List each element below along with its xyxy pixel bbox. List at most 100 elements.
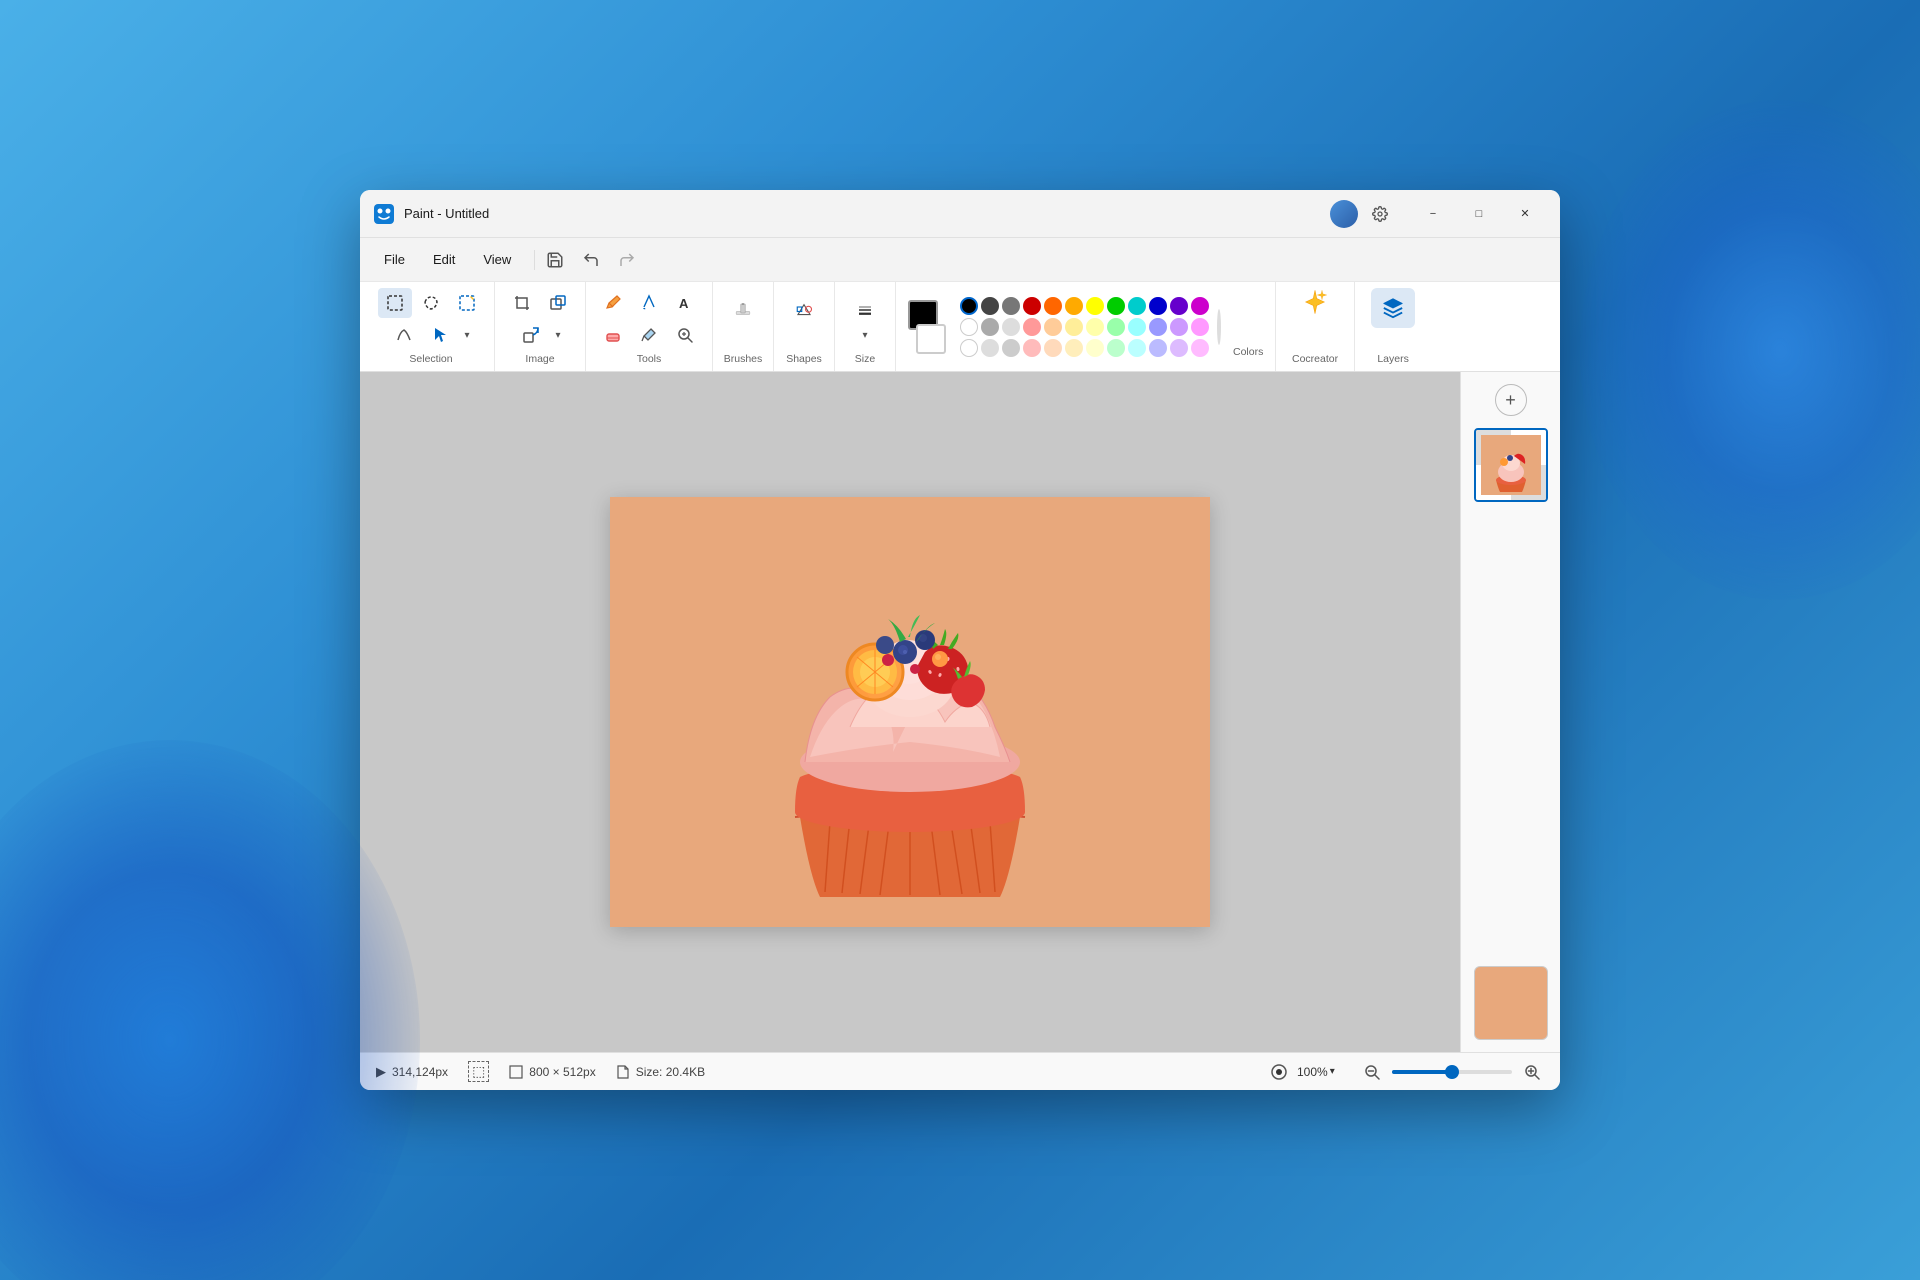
swatch-blue[interactable]: [1149, 297, 1167, 315]
swatch-yellow[interactable]: [1086, 297, 1104, 315]
swatch-white[interactable]: [960, 318, 978, 336]
palette-row-3: [960, 339, 1209, 357]
selection-more-button[interactable]: ▾: [459, 320, 475, 350]
eraser-button[interactable]: [596, 320, 630, 350]
image-group: ▾ Image: [495, 282, 586, 371]
zoom-slider-fill: [1392, 1070, 1452, 1074]
cursor-icon: ▶: [376, 1064, 386, 1080]
pencil-button[interactable]: [596, 288, 630, 318]
background-color-box[interactable]: [916, 324, 946, 354]
user-avatar: [1330, 200, 1358, 228]
sketch-select-button[interactable]: [387, 320, 421, 350]
swatch-r3[interactable]: [1023, 339, 1041, 357]
swatch-lavender[interactable]: [1170, 318, 1188, 336]
swatch-cream[interactable]: [1086, 318, 1104, 336]
rotate-button[interactable]: [514, 320, 548, 350]
swatch-b3[interactable]: [1149, 339, 1167, 357]
menu-file[interactable]: File: [372, 248, 417, 271]
undo-button[interactable]: [575, 244, 607, 276]
palette-row-2: [960, 318, 1209, 336]
canvas[interactable]: [610, 497, 1210, 927]
close-button[interactable]: ✕: [1502, 198, 1548, 230]
statusbar: ▶ 314,124px ⬚ 800 × 512px Size: 20.4KB: [360, 1052, 1560, 1090]
zoom-percent-display[interactable]: 100% ▾: [1297, 1065, 1352, 1079]
swatch-magenta[interactable]: [1191, 297, 1209, 315]
canvas-background-color[interactable]: [1474, 966, 1548, 1040]
free-select-button[interactable]: [414, 288, 448, 318]
zoom-button[interactable]: [668, 320, 702, 350]
swatch-lg3[interactable]: [1002, 339, 1020, 357]
rectangle-select-button[interactable]: [378, 288, 412, 318]
swatch-lightcyan[interactable]: [1128, 318, 1146, 336]
swatch-lightred[interactable]: [1023, 318, 1041, 336]
canvas-area[interactable]: [360, 372, 1460, 1052]
swatch-g3[interactable]: [1107, 339, 1125, 357]
size-button[interactable]: [845, 288, 885, 332]
menu-edit[interactable]: Edit: [421, 248, 467, 271]
swatch-silver[interactable]: [1002, 318, 1020, 336]
save-button[interactable]: [539, 244, 571, 276]
swatch-m3[interactable]: [1191, 339, 1209, 357]
eyedropper-button[interactable]: [632, 320, 666, 350]
dimensions-icon: [509, 1065, 523, 1079]
redo-button[interactable]: [611, 244, 643, 276]
cocreator-group: Cocreator: [1276, 282, 1355, 371]
swatch-t3[interactable]: [1128, 339, 1146, 357]
selection-icon: ⬚: [468, 1061, 489, 1082]
swatch-green[interactable]: [1107, 297, 1125, 315]
zoom-slider-thumb: [1445, 1065, 1459, 1079]
swatch-lightgray[interactable]: [981, 318, 999, 336]
zoom-out-button[interactable]: [1360, 1060, 1384, 1084]
image-label: Image: [525, 353, 554, 365]
swatch-violet[interactable]: [1170, 297, 1188, 315]
main-content: +: [360, 372, 1560, 1052]
swatch-amber[interactable]: [1065, 297, 1083, 315]
swatch-v3[interactable]: [1170, 339, 1188, 357]
layers-toolbar-button[interactable]: [1371, 288, 1415, 328]
swatch-teal[interactable]: [1128, 297, 1146, 315]
swatch-gray[interactable]: [1002, 297, 1020, 315]
selection-dropdown-button[interactable]: [423, 320, 457, 350]
swatch-black[interactable]: [960, 297, 978, 315]
swatch-lightgreen[interactable]: [1107, 318, 1125, 336]
layers-label: Layers: [1377, 353, 1409, 365]
settings-button[interactable]: [1366, 200, 1394, 228]
cupcake-illustration: [610, 497, 1210, 927]
swatch-darkred[interactable]: [1023, 297, 1041, 315]
brushes-button[interactable]: [723, 288, 763, 332]
minimize-button[interactable]: −: [1410, 198, 1456, 230]
color-wheel-button[interactable]: [1217, 309, 1221, 345]
swatch-periwinkle[interactable]: [1149, 318, 1167, 336]
brushes-label: Brushes: [724, 353, 763, 365]
cocreator-button[interactable]: [1301, 288, 1329, 322]
layer-thumbnail-1[interactable]: [1474, 428, 1548, 502]
swatch-lightyellow[interactable]: [1065, 318, 1083, 336]
image-select-button[interactable]: [450, 288, 484, 318]
menu-view[interactable]: View: [471, 248, 523, 271]
add-layer-button[interactable]: +: [1495, 384, 1527, 416]
window-controls: − □ ✕: [1410, 198, 1548, 230]
swatch-y3[interactable]: [1065, 339, 1083, 357]
swatch-darkgray[interactable]: [981, 297, 999, 315]
color-palette: [960, 297, 1209, 357]
swatch-orange[interactable]: [1044, 297, 1062, 315]
text-button[interactable]: A: [668, 288, 702, 318]
swatch-lg2[interactable]: [981, 339, 999, 357]
fill-button[interactable]: [632, 288, 666, 318]
swatch-pink[interactable]: [1191, 318, 1209, 336]
colors-label: Colors: [1233, 346, 1263, 358]
menubar: File Edit View: [360, 238, 1560, 282]
shapes-button[interactable]: [784, 288, 824, 332]
titlebar: Paint - Untitled − □ ✕: [360, 190, 1560, 238]
swatch-w3[interactable]: [960, 339, 978, 357]
layers-panel: +: [1460, 372, 1560, 1052]
resize-button[interactable]: [541, 288, 575, 318]
image-dropdown-button[interactable]: ▾: [550, 320, 566, 350]
swatch-peach[interactable]: [1044, 318, 1062, 336]
maximize-button[interactable]: □: [1456, 198, 1502, 230]
zoom-in-button[interactable]: [1520, 1060, 1544, 1084]
crop-button[interactable]: [505, 288, 539, 318]
swatch-c3[interactable]: [1086, 339, 1104, 357]
swatch-o3[interactable]: [1044, 339, 1062, 357]
zoom-slider[interactable]: [1392, 1070, 1512, 1074]
